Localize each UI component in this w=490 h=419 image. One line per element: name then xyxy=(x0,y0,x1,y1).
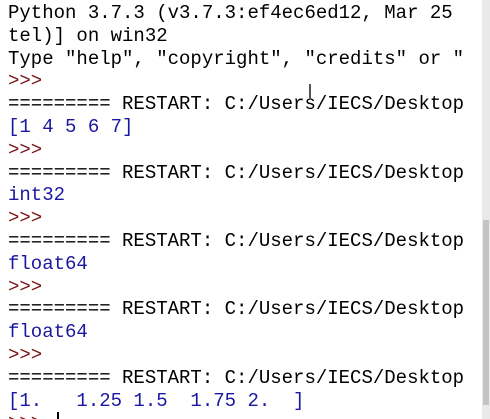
header-help-line: Type "help", "copyright", "credits" or " xyxy=(8,47,465,70)
output-line: int32 xyxy=(8,184,66,207)
python-shell-window[interactable]: Python 3.7.3 (v3.7.3:ef4ec6ed12, Mar 25 … xyxy=(0,0,490,419)
text-cursor-icon xyxy=(309,84,311,100)
scrollbar-thumb[interactable] xyxy=(483,220,489,405)
shell-prompt: >>> xyxy=(8,70,43,93)
shell-prompt: >>> xyxy=(8,343,43,366)
shell-prompt: >>> xyxy=(8,138,43,161)
shell-prompt: >>> xyxy=(8,275,43,298)
vertical-scrollbar[interactable] xyxy=(482,0,490,419)
header-platform-line: tel)] on win32 xyxy=(8,24,168,47)
output-line: float64 xyxy=(8,321,88,344)
input-caret xyxy=(57,412,59,419)
output-line: [1. 1.25 1.5 1.75 2. ] xyxy=(8,389,305,412)
restart-line: ========= RESTART: C:/Users/IECS/Desktop xyxy=(8,161,465,184)
restart-line: ========= RESTART: C:/Users/IECS/Desktop xyxy=(8,93,465,116)
restart-line: ========= RESTART: C:/Users/IECS/Desktop xyxy=(8,366,465,389)
restart-line: ========= RESTART: C:/Users/IECS/Desktop xyxy=(8,298,465,321)
shell-prompt: >>> xyxy=(8,412,490,419)
header-version-line: Python 3.7.3 (v3.7.3:ef4ec6ed12, Mar 25 xyxy=(8,2,453,24)
shell-prompt: >>> xyxy=(8,207,43,230)
output-line: float64 xyxy=(8,252,88,275)
restart-line: ========= RESTART: C:/Users/IECS/Desktop xyxy=(8,229,465,252)
output-line: [1 4 5 6 7] xyxy=(8,115,134,138)
shell-output[interactable]: Python 3.7.3 (v3.7.3:ef4ec6ed12, Mar 25 … xyxy=(8,2,490,419)
